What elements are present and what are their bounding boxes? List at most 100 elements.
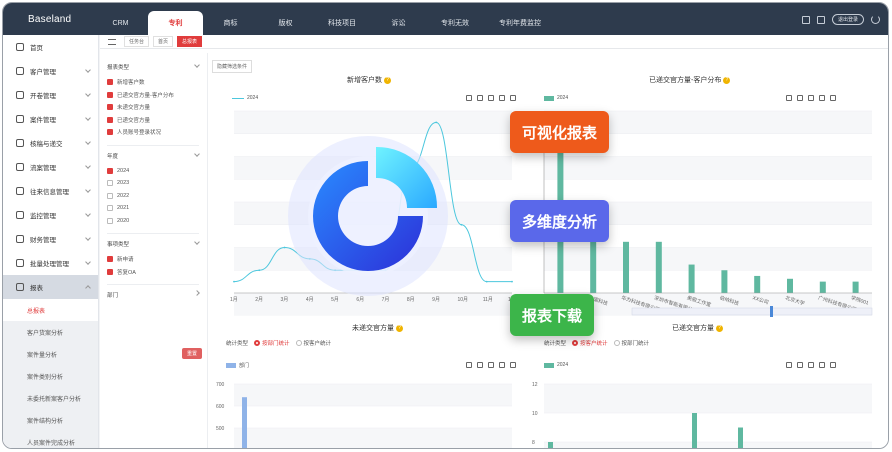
checkbox[interactable] (107, 91, 113, 98)
chevron-down-icon (85, 115, 91, 121)
nav-tab-crm[interactable]: CRM (93, 11, 148, 35)
divider (107, 233, 199, 234)
bar (548, 442, 553, 448)
checkbox[interactable] (107, 205, 113, 212)
checkbox[interactable] (107, 192, 113, 199)
sidebar-item-batch[interactable]: 批量处理管理 (3, 251, 98, 275)
tab-task-board[interactable]: 任务台 (124, 36, 150, 47)
filter-option-label: 人员账号登录状况 (117, 130, 162, 137)
stat-radio-customer[interactable]: 按客户统计 (572, 339, 608, 347)
legend-label: 部门 (239, 363, 250, 369)
checkbox[interactable] (107, 217, 113, 224)
grid-band (544, 156, 872, 180)
stack-icon[interactable] (808, 362, 814, 368)
reset-button[interactable]: 重置 (182, 348, 203, 359)
sidebar-item-home[interactable]: 首页 (3, 35, 98, 59)
sidebar-sub-staff-completion[interactable]: 人员案件完成分析 (3, 431, 98, 448)
sidebar-sub-case-category[interactable]: 案件类别分析 (3, 365, 98, 387)
tab-home[interactable]: 首页 (153, 36, 174, 47)
app-logo[interactable]: Baseland (28, 14, 71, 25)
sidebar-item-customers[interactable]: 客户管理 (3, 59, 98, 83)
nav-tab-trademark[interactable]: 商标 (203, 11, 258, 35)
help-icon[interactable]: ? (396, 325, 403, 332)
stat-radio-dept[interactable]: 按部门统计 (254, 339, 290, 347)
checkbox[interactable] (107, 104, 113, 111)
legend-label: 2024 (557, 362, 569, 368)
fullscreen-icon[interactable] (816, 15, 825, 24)
filter-option[interactable]: 2021 (107, 202, 207, 215)
logout-button[interactable]: 退出登录 (831, 14, 864, 25)
filter-option[interactable]: 已递交官方量 (107, 114, 207, 127)
checkbox[interactable] (107, 116, 113, 123)
sidebar-item-review[interactable]: 核稿与递交 (3, 131, 98, 155)
bar-chart-icon[interactable] (797, 362, 803, 368)
nav-tab-patent[interactable]: 专利 (148, 11, 203, 35)
filter-option[interactable]: 2022 (107, 190, 207, 203)
checkbox[interactable] (107, 180, 113, 187)
download-icon[interactable] (819, 362, 825, 368)
filter-option[interactable]: 已递交官方量-客户分布 (107, 89, 207, 102)
checkbox[interactable] (107, 167, 113, 174)
bar (787, 278, 793, 293)
sidebar-item-messages[interactable]: 往来信息管理 (3, 179, 98, 203)
sidebar-item-filing[interactable]: 开卷管理 (3, 83, 98, 107)
checkbox[interactable] (107, 79, 113, 86)
bar-chart-icon[interactable] (477, 362, 483, 368)
data-view-icon[interactable] (830, 362, 836, 368)
power-icon[interactable] (871, 15, 880, 24)
nav-tab-litigation[interactable]: 诉讼 (371, 11, 426, 35)
filter-option[interactable]: 2024 (107, 165, 207, 178)
play-icon[interactable] (801, 15, 810, 24)
filter-option[interactable]: 答复OA (107, 266, 207, 279)
sidebar-item-flow[interactable]: 流案管理 (3, 155, 98, 179)
nav-tab-annual-fee[interactable]: 专利年费监控 (484, 11, 556, 35)
download-icon[interactable] (499, 362, 505, 368)
menu-toggle-icon[interactable] (108, 38, 116, 45)
checkbox[interactable] (107, 268, 113, 275)
stat-radio-dept[interactable]: 按部门统计 (613, 339, 649, 347)
filter-option[interactable]: 人员账号登录状况 (107, 126, 207, 139)
sidebar-sub-case-structure[interactable]: 案件结构分析 (3, 409, 98, 431)
filter-option[interactable]: 2020 (107, 215, 207, 228)
line-point (258, 269, 261, 272)
legend-unsubmitted[interactable]: 部门 (226, 362, 249, 369)
data-view-icon[interactable] (510, 362, 516, 368)
filter-option[interactable]: 2023 (107, 177, 207, 190)
filter-group-title[interactable]: 报表类型 (107, 62, 207, 71)
stack-icon[interactable] (488, 362, 494, 368)
filter-option[interactable]: 未递交官方量 (107, 101, 207, 114)
sidebar-sub-new-customers[interactable]: 未委托新案客户分析 (3, 387, 98, 409)
nav-tab-copyright[interactable]: 版权 (258, 11, 313, 35)
sidebar-item-finance[interactable]: 财务管理 (3, 227, 98, 251)
logo-text: Baseland (28, 14, 72, 25)
sidebar-item-monitor[interactable]: 监控管理 (3, 203, 98, 227)
sidebar-sub-total-report[interactable]: 总报表 (3, 299, 98, 321)
sidebar-item-cases[interactable]: 案件管理 (3, 107, 98, 131)
filter-group-title[interactable]: 年度 (107, 150, 207, 160)
help-icon[interactable]: ? (716, 325, 723, 332)
checkbox[interactable] (107, 129, 113, 136)
filter-group-title[interactable]: 事项类型 (107, 239, 207, 248)
line-chart-icon[interactable] (786, 362, 792, 368)
line-chart-icon[interactable] (466, 362, 472, 368)
chart-toolbox (466, 362, 516, 368)
nav-tab-invalidation[interactable]: 专利无效 (426, 11, 484, 35)
stat-radio-customer[interactable]: 按客户统计 (295, 339, 331, 347)
dept-select[interactable]: 部门 (107, 290, 207, 299)
radio-icon (572, 340, 579, 346)
filter-option[interactable]: 新增客户数 (107, 76, 207, 89)
tab-total-report[interactable]: 总报表 (177, 36, 203, 47)
sidebar-sub-customer-cases[interactable]: 客户货案分析 (3, 321, 98, 343)
bar (655, 241, 662, 293)
nav-tab-tech-project[interactable]: 科技项目 (313, 11, 371, 35)
sidebar-sub-case-volume[interactable]: 案件量分析 (3, 343, 98, 365)
checkbox[interactable] (107, 256, 113, 263)
x-tick-label: 1月 (230, 297, 238, 303)
chart-toolbox (786, 362, 836, 368)
filter-group-label: 年度 (107, 153, 119, 160)
x-tick-label: 11月 (483, 297, 493, 303)
filter-option[interactable]: 新申请 (107, 253, 207, 266)
sidebar-item-reports[interactable]: 报表 (3, 275, 98, 299)
legend-submitted[interactable]: 2024 (544, 362, 568, 368)
chevron-down-icon (194, 150, 200, 157)
